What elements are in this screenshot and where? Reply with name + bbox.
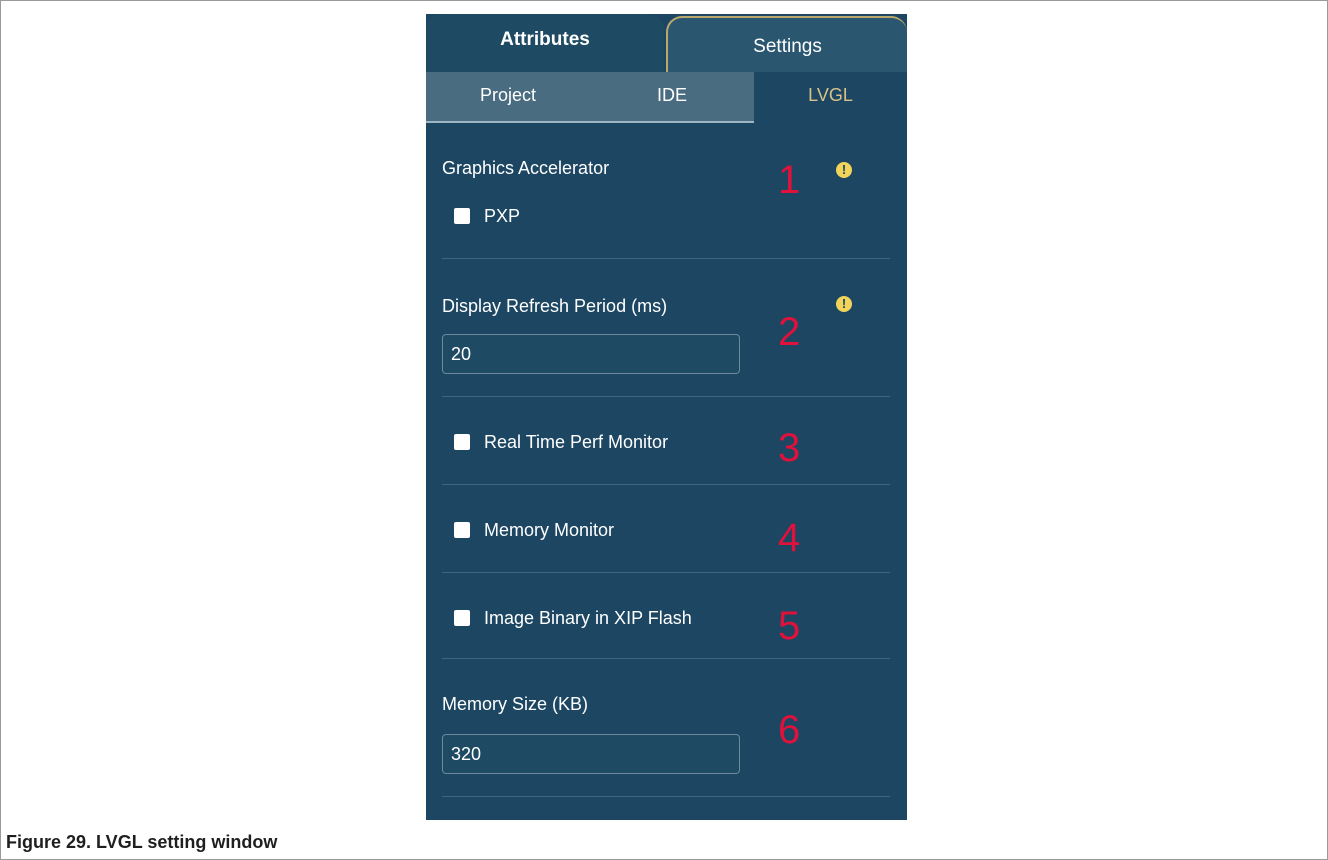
memory-size-input[interactable]: 320	[442, 734, 740, 774]
subtab-project[interactable]: Project	[426, 72, 590, 123]
memory-monitor-label: Memory Monitor	[484, 520, 615, 540]
perf-monitor-checkbox[interactable]	[454, 434, 470, 450]
subtab-lvgl[interactable]: LVGL	[754, 72, 907, 123]
marker-3: 3	[778, 426, 801, 470]
divider	[442, 796, 890, 797]
pxp-label: PXP	[484, 206, 521, 226]
memory-size-label: Memory Size (KB)	[442, 694, 589, 714]
subtab-bar: Project IDE LVGL	[426, 72, 907, 123]
lvgl-settings-panel: Attributes Settings Project IDE LVGL Gra…	[426, 14, 907, 820]
marker-2: 2	[778, 310, 801, 354]
marker-1: 1	[778, 158, 801, 202]
tab-settings[interactable]: Settings	[666, 16, 907, 72]
divider	[442, 572, 890, 573]
pxp-checkbox[interactable]	[454, 208, 470, 224]
warning-icon: !	[836, 296, 852, 312]
subtab-ide[interactable]: IDE	[590, 72, 754, 123]
divider	[442, 396, 890, 397]
divider	[442, 658, 890, 659]
display-refresh-input[interactable]: 20	[442, 334, 740, 374]
divider	[442, 258, 890, 259]
perf-monitor-label: Real Time Perf Monitor	[484, 432, 669, 452]
marker-4: 4	[778, 516, 801, 560]
display-refresh-label: Display Refresh Period (ms)	[442, 296, 668, 316]
tab-attributes[interactable]: Attributes	[426, 14, 664, 72]
warning-icon: !	[836, 162, 852, 178]
subtab-underline	[426, 121, 754, 123]
marker-5: 5	[778, 604, 801, 648]
xip-flash-label: Image Binary in XIP Flash	[484, 608, 692, 628]
memory-monitor-checkbox[interactable]	[454, 522, 470, 538]
divider	[442, 484, 890, 485]
graphics-accelerator-label: Graphics Accelerator	[442, 158, 610, 178]
figure-caption: Figure 29. LVGL setting window	[6, 832, 278, 852]
xip-flash-checkbox[interactable]	[454, 610, 470, 626]
marker-6: 6	[778, 708, 801, 752]
